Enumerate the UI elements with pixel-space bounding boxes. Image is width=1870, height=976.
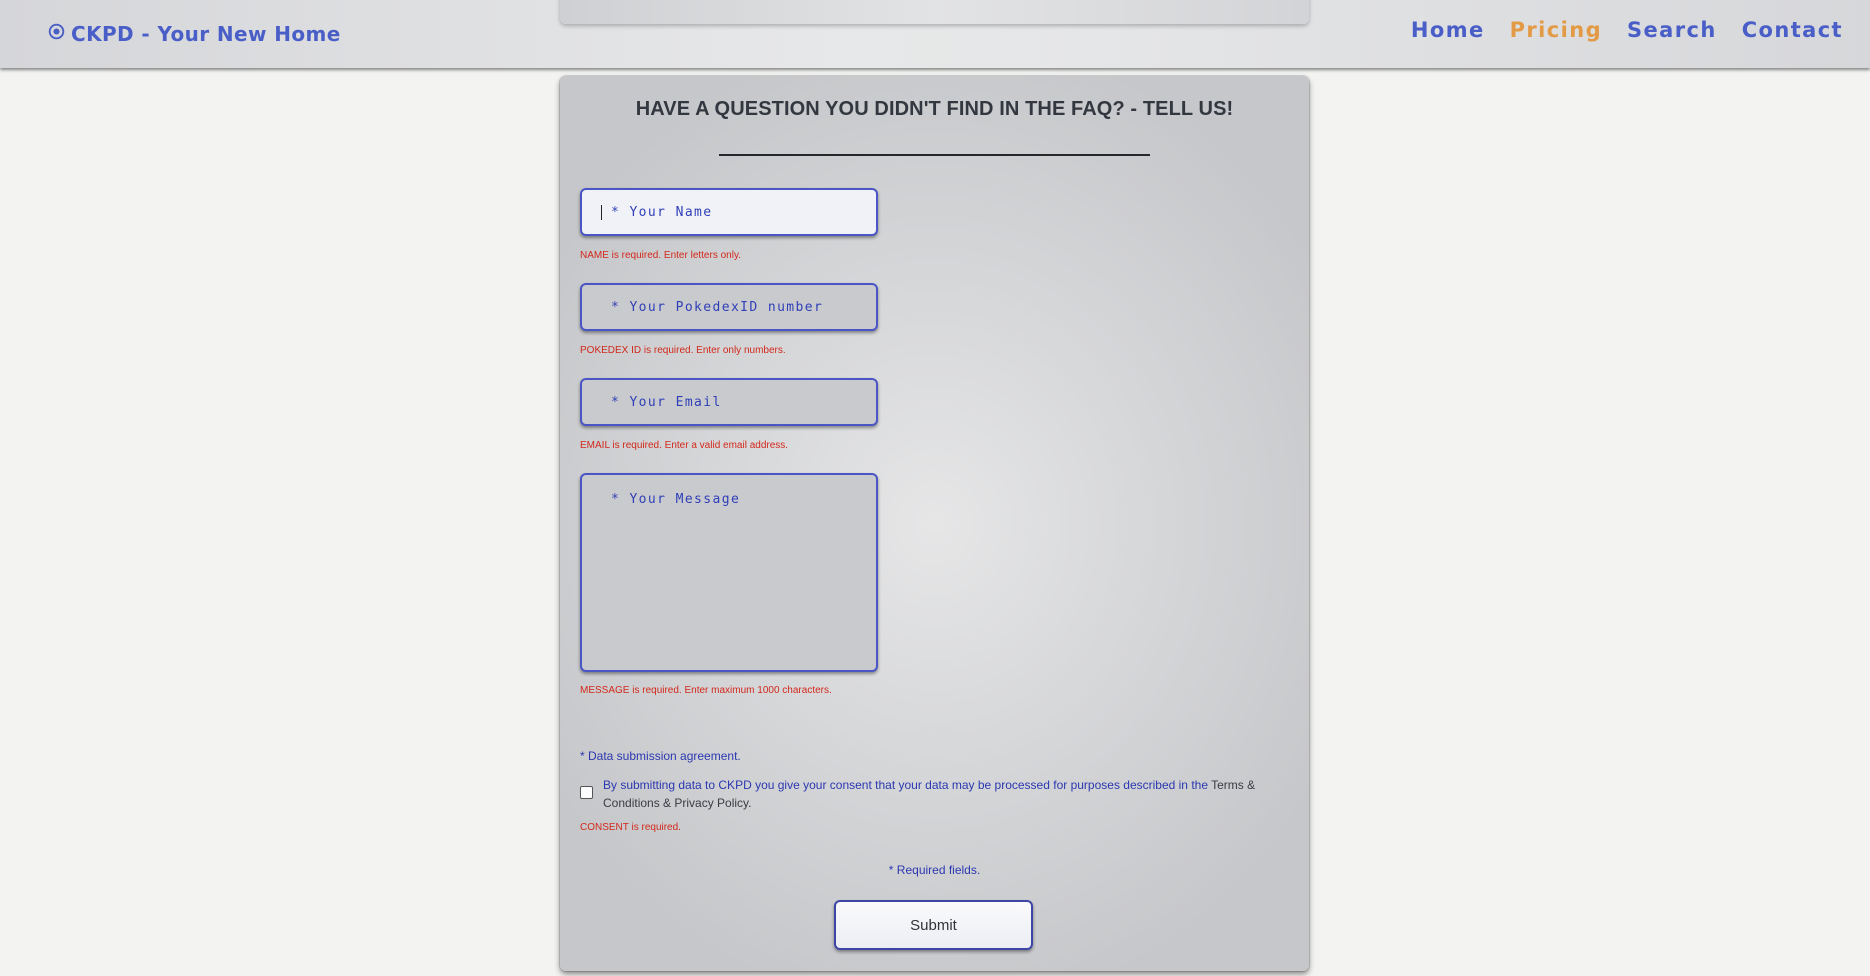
brand-name: CKPD - Your New Home xyxy=(71,22,341,46)
text-caret xyxy=(601,205,602,220)
nav-pricing[interactable]: Pricing xyxy=(1510,18,1602,42)
consent-row: By submitting data to CKPD you give your… xyxy=(580,776,1280,812)
nav-home[interactable]: Home xyxy=(1411,18,1485,42)
pokedex-id-input[interactable]: * Your PokedexID number xyxy=(580,283,878,331)
message-textarea[interactable]: * Your Message xyxy=(580,473,878,672)
consent-description: By submitting data to CKPD you give your… xyxy=(603,778,1212,792)
message-error: MESSAGE is required. Enter maximum 1000 … xyxy=(580,685,832,696)
email-placeholder: * Your Email xyxy=(611,394,722,410)
nav-contact[interactable]: Contact xyxy=(1742,18,1843,42)
previous-section-card xyxy=(560,0,1309,24)
radio-circle-icon xyxy=(48,23,65,39)
email-error: EMAIL is required. Enter a valid email a… xyxy=(580,440,789,451)
brand-link[interactable]: CKPD - Your New Home xyxy=(48,20,341,48)
name-placeholder: * Your Name xyxy=(611,204,713,220)
message-placeholder: * Your Message xyxy=(611,492,741,507)
consent-error: CONSENT is required. xyxy=(580,822,681,833)
name-input[interactable]: * Your Name xyxy=(580,188,878,236)
contact-form-card: HAVE A QUESTION YOU DIDN'T FIND IN THE F… xyxy=(560,76,1309,971)
title-divider xyxy=(719,154,1150,156)
name-error: NAME is required. Enter letters only. xyxy=(580,250,741,261)
email-input[interactable]: * Your Email xyxy=(580,378,878,426)
agreement-label: * Data submission agreement. xyxy=(580,749,741,763)
form-title: HAVE A QUESTION YOU DIDN'T FIND IN THE F… xyxy=(635,98,1234,120)
submit-button[interactable]: Submit xyxy=(834,900,1033,950)
required-fields-note: * Required fields. xyxy=(888,863,981,877)
consent-text: By submitting data to CKPD you give your… xyxy=(603,776,1263,812)
nav-search[interactable]: Search xyxy=(1627,18,1717,42)
consent-checkbox[interactable] xyxy=(580,786,593,799)
main-nav: Home Pricing Search Contact xyxy=(1411,18,1843,42)
pokedex-error: POKEDEX ID is required. Enter only numbe… xyxy=(580,345,786,356)
pokedex-placeholder: * Your PokedexID number xyxy=(611,299,824,315)
